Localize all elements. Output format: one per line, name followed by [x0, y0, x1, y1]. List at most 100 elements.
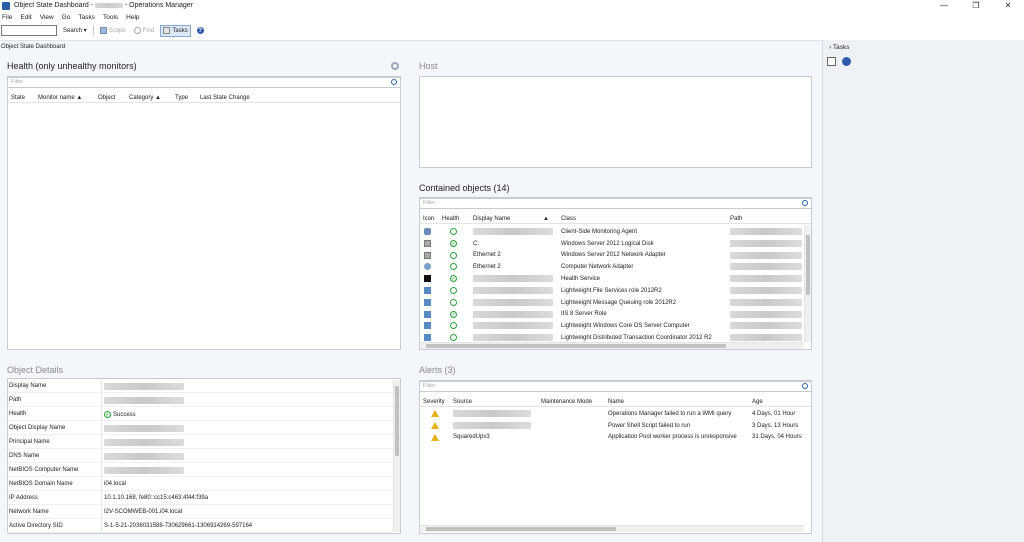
- scope-icon: [99, 27, 107, 34]
- table-row[interactable]: SquaredUpv3 Application Pool worker proce…: [420, 432, 804, 444]
- menu-bar: File Edit View Go Tasks Tools Help: [0, 12, 148, 22]
- tasks-toggle-button[interactable]: Tasks: [160, 24, 191, 37]
- menu-tools[interactable]: Tools: [103, 14, 118, 21]
- health-state-icon: [450, 228, 457, 235]
- redacted-display-name: [473, 334, 553, 342]
- task-list-icon[interactable]: [827, 57, 836, 66]
- table-row[interactable]: Client-Side Monitoring Agent: [420, 226, 804, 238]
- agent-icon: [424, 228, 431, 235]
- minimize-button[interactable]: —: [928, 0, 960, 11]
- detail-value: ✓ Success: [104, 411, 136, 418]
- col-source[interactable]: Source: [453, 399, 472, 405]
- toolbar: Search ▾ Scope Find Tasks ?: [0, 23, 1024, 38]
- table-row[interactable]: Lightweight Windows Core OS Server Compu…: [420, 320, 804, 332]
- search-icon[interactable]: [802, 200, 808, 206]
- col-severity[interactable]: Severity: [423, 399, 445, 405]
- table-row[interactable]: Lightweight File Services role 2012R2: [420, 285, 804, 297]
- scroll-thumb[interactable]: [806, 235, 810, 295]
- col-type[interactable]: Type: [175, 95, 188, 101]
- col-health[interactable]: Health: [442, 216, 459, 222]
- detail-row: NetBIOS Computer Name: [7, 463, 393, 477]
- contained-filter-input[interactable]: Filter: [419, 198, 812, 209]
- contained-horizontal-scrollbar[interactable]: [420, 342, 804, 349]
- column-divider: [101, 449, 102, 463]
- tasks-pane-title-text: Tasks: [832, 44, 850, 51]
- help-icon[interactable]: [842, 57, 851, 66]
- sort-asc-icon: ▲: [543, 216, 549, 222]
- health-filter-input[interactable]: Filter: [7, 77, 401, 88]
- alert-age: 4 Days, 01 Hour: [752, 410, 796, 417]
- col-path[interactable]: Path: [730, 216, 742, 222]
- restore-button[interactable]: ❐: [960, 0, 992, 11]
- close-button[interactable]: ✕: [992, 0, 1024, 11]
- detail-key: IP Address: [9, 495, 38, 501]
- col-name[interactable]: Name: [608, 399, 624, 405]
- table-row[interactable]: Lightweight Message Queuing role 2012R2: [420, 297, 804, 309]
- class-name: Lightweight Windows Core OS Server Compu…: [561, 323, 690, 330]
- alerts-filter-input[interactable]: Filter: [419, 381, 812, 392]
- alerts-column-header: Severity Source Maintenance Mode Name Ag…: [420, 398, 811, 407]
- table-row[interactable]: Operations Manager failed to run a WMI q…: [420, 408, 804, 420]
- menu-help[interactable]: Help: [126, 14, 139, 21]
- tasks-pane-title[interactable]: › Tasks: [829, 44, 849, 51]
- warning-icon: [431, 410, 439, 417]
- scope-button[interactable]: Scope: [98, 25, 128, 37]
- col-category[interactable]: Category ▲: [129, 95, 161, 101]
- menu-view[interactable]: View: [40, 14, 54, 21]
- table-row[interactable]: ✓ IIS 8 Server Role: [420, 309, 804, 321]
- health-panel: [7, 76, 401, 350]
- scroll-thumb[interactable]: [395, 386, 399, 456]
- table-row[interactable]: Ethernet 2 Windows Server 2012 Network Ad…: [420, 250, 804, 262]
- help-button[interactable]: ?: [195, 25, 208, 37]
- menu-file[interactable]: File: [2, 14, 12, 21]
- health-settings-icon[interactable]: [391, 62, 399, 70]
- alerts-horizontal-scrollbar[interactable]: [420, 525, 804, 532]
- table-row[interactable]: ✓ Health Service: [420, 273, 804, 285]
- details-vertical-scrollbar[interactable]: [393, 380, 400, 532]
- col-maintenance-mode[interactable]: Maintenance Mode: [541, 399, 592, 405]
- health-state-icon: ✓: [450, 239, 457, 247]
- table-row[interactable]: Ethernet 2 Computer Network Adapter: [420, 261, 804, 273]
- search-icon[interactable]: [802, 383, 808, 389]
- tasks-label: Tasks: [172, 27, 188, 34]
- redacted-display-name: [473, 287, 553, 294]
- contained-filter-placeholder: Filter: [423, 200, 436, 206]
- column-divider: [101, 407, 102, 421]
- window-controls: — ❐ ✕: [928, 0, 1024, 11]
- col-display-name[interactable]: Display Name: [473, 216, 510, 222]
- col-icon[interactable]: Icon: [423, 216, 434, 222]
- host-title: Host: [419, 61, 438, 71]
- alert-name: Operations Manager failed to run a WMI q…: [608, 410, 732, 417]
- menu-go[interactable]: Go: [62, 14, 71, 21]
- col-last-state-change[interactable]: Last State Change: [200, 95, 250, 101]
- search-icon[interactable]: [391, 79, 397, 85]
- detail-key: NetBIOS Computer Name: [9, 467, 79, 473]
- detail-key: Display Name: [9, 383, 47, 389]
- health-value: Success: [113, 412, 136, 419]
- detail-value: 10.1.10.168, fe80::cc15:c463:4f44:f39a: [104, 495, 209, 501]
- col-age[interactable]: Age: [752, 399, 763, 405]
- menu-edit[interactable]: Edit: [20, 14, 31, 21]
- detail-row: Health ✓ Success: [7, 407, 393, 421]
- find-button[interactable]: Find: [132, 25, 157, 37]
- contained-vertical-scrollbar[interactable]: [804, 225, 811, 342]
- col-object[interactable]: Object: [98, 95, 115, 101]
- menu-tasks[interactable]: Tasks: [78, 14, 95, 21]
- detail-value: I2V-SCOMWEB-001.i04.local: [104, 509, 183, 515]
- table-row[interactable]: ✓ C: Windows Server 2012 Logical Disk: [420, 238, 804, 250]
- search-input[interactable]: [1, 25, 57, 36]
- tasks-icon: [163, 27, 171, 34]
- scroll-thumb[interactable]: [426, 344, 726, 348]
- col-monitor-name[interactable]: Monitor name ▲: [38, 95, 82, 101]
- details-title: Object Details: [7, 365, 64, 375]
- column-divider: [101, 421, 102, 435]
- alert-age: 31 Days, 04 Hours: [752, 434, 802, 441]
- col-state[interactable]: State: [11, 95, 25, 101]
- warning-icon: [431, 421, 439, 429]
- scroll-thumb[interactable]: [426, 527, 616, 531]
- alert-source: SquaredUpv3: [453, 434, 490, 441]
- col-class[interactable]: Class: [561, 216, 576, 222]
- search-button[interactable]: Search ▾: [61, 25, 89, 37]
- table-row[interactable]: Power Shell Script failed to run 3 Days, …: [420, 420, 804, 432]
- svc-icon: [424, 275, 431, 283]
